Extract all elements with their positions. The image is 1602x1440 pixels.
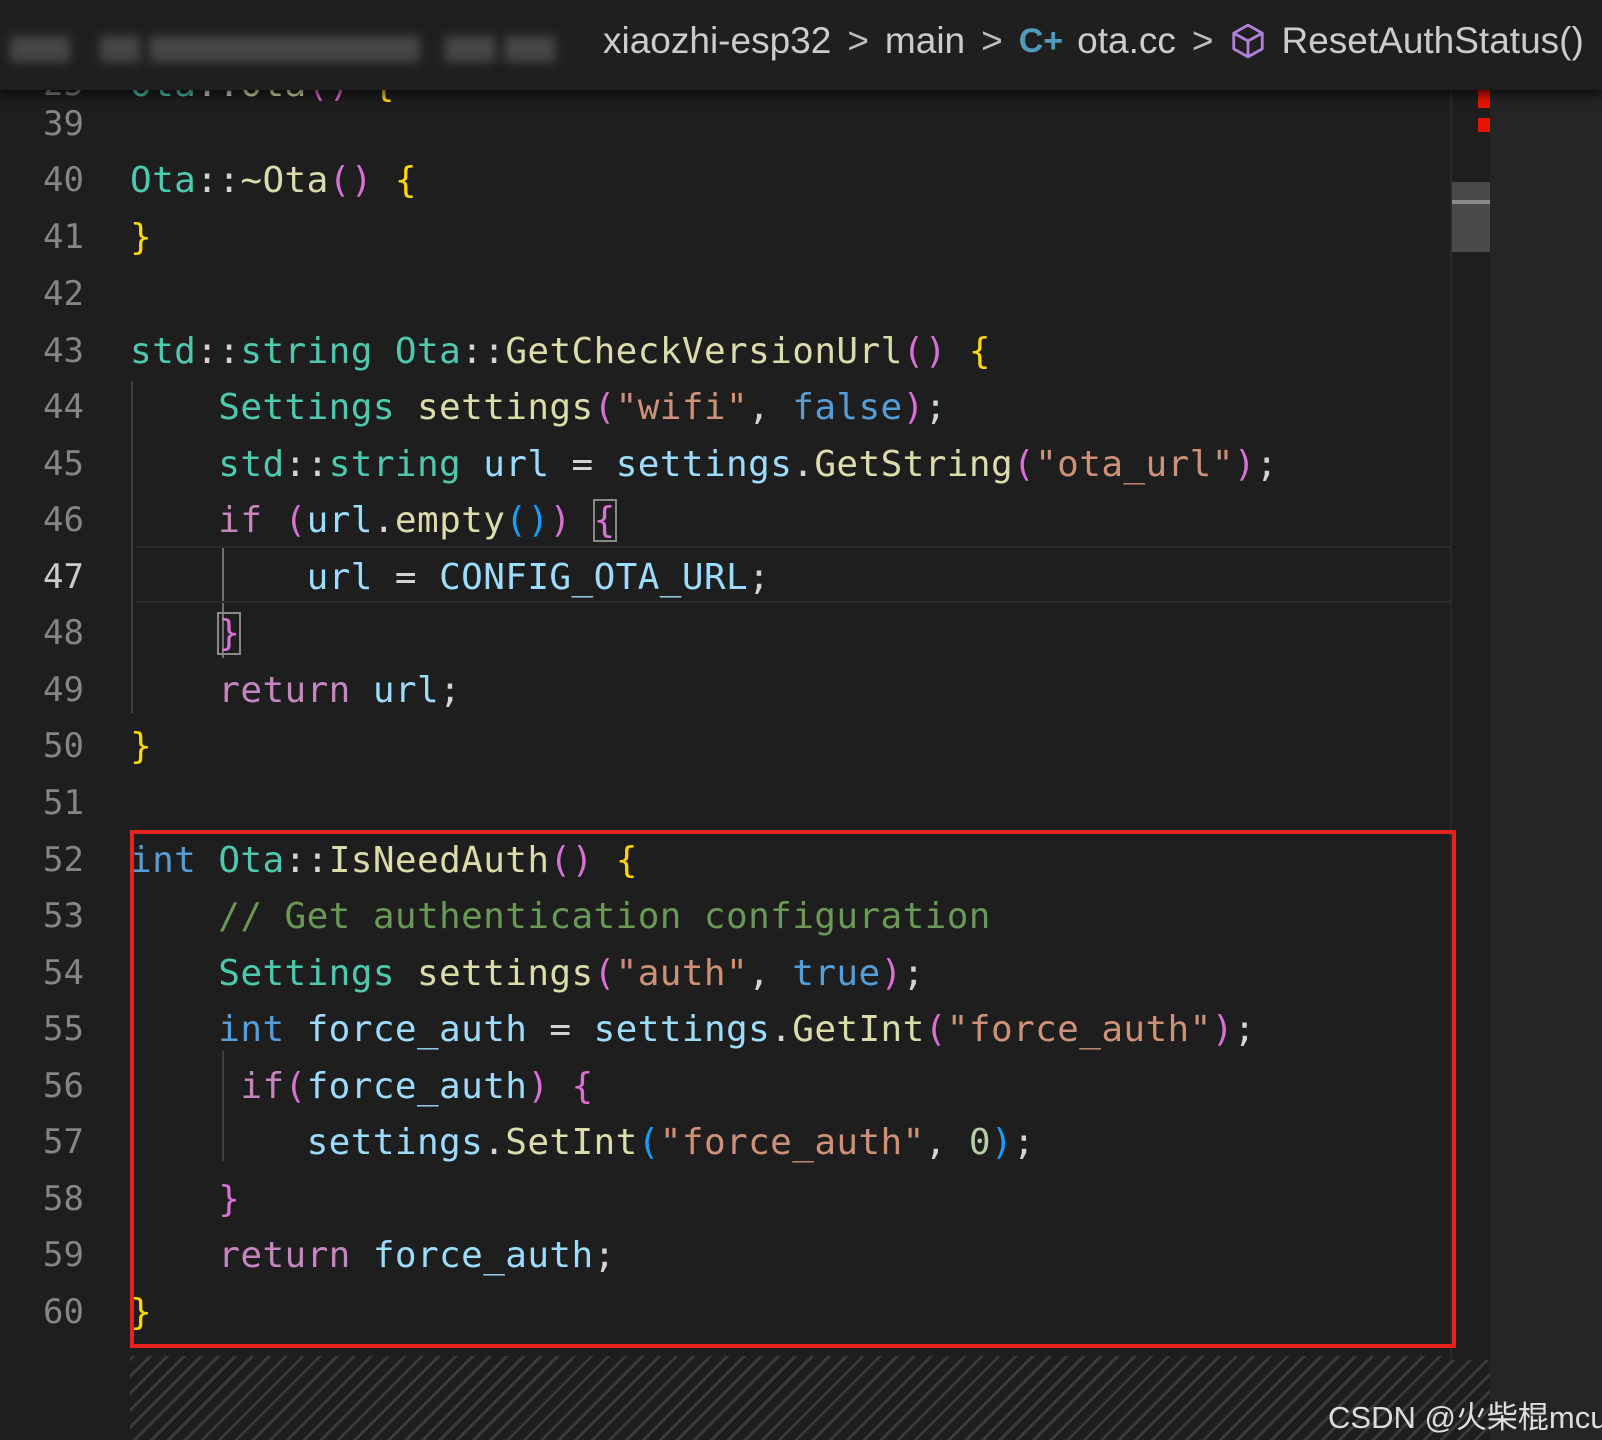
line-number: 39 — [43, 104, 84, 144]
line-number: 43 — [43, 331, 84, 371]
chevron-right-icon: > — [1191, 20, 1214, 61]
line-number: 46 — [43, 500, 84, 540]
line-number: 40 — [43, 160, 84, 200]
cpp-file-icon: C+ — [1018, 21, 1064, 60]
code-line: 42 — [0, 266, 1490, 323]
line-number: 60 — [43, 1292, 84, 1332]
code-text: } — [130, 217, 153, 258]
code-text: url = CONFIG_OTA_URL; — [306, 557, 771, 598]
code-line: 47 url = CONFIG_OTA_URL; — [0, 549, 1490, 606]
minimap[interactable] — [1490, 90, 1602, 1440]
watermark: CSDN @火柴棍mcu — [1328, 1400, 1602, 1435]
line-number: 45 — [43, 444, 84, 484]
breadcrumb: xiaozhi-esp32 > main > C+ ota.cc > Reset… — [0, 0, 1602, 90]
code-line: 50 } — [0, 718, 1490, 775]
code-line: 49 return url; — [0, 662, 1490, 719]
breadcrumb-item-file[interactable]: ota.cc — [1077, 20, 1176, 62]
scrollbar-thumb[interactable] — [1452, 182, 1492, 252]
code-line: 44 Settings settings("wifi", false); — [0, 379, 1490, 436]
code-line: 46 if (url.empty()) { — [0, 492, 1490, 549]
code-line: 51 — [0, 775, 1490, 832]
code-line: 48 } — [0, 605, 1490, 662]
chevron-right-icon: > — [847, 20, 869, 61]
blurred-path — [445, 36, 495, 62]
vertical-scrollbar[interactable] — [1450, 90, 1492, 1360]
line-number: 57 — [43, 1122, 84, 1162]
blurred-path — [150, 36, 420, 62]
line-number: 53 — [43, 896, 84, 936]
line-number: 56 — [43, 1066, 84, 1106]
code-text: if (url.empty()) { — [218, 499, 617, 542]
line-number: 54 — [43, 953, 84, 993]
code-text: Settings settings("wifi", false); — [218, 387, 947, 428]
breadcrumb-item-project[interactable]: xiaozhi-esp32 — [603, 20, 831, 62]
breadcrumb-item-folder[interactable]: main — [885, 20, 965, 62]
line-number: 44 — [43, 387, 84, 427]
blurred-path — [10, 36, 70, 62]
chevron-right-icon: > — [981, 20, 1003, 61]
code-line: 41 } — [0, 209, 1490, 266]
code-text: return url; — [218, 670, 462, 711]
red-highlight-annotation — [130, 830, 1456, 1348]
code-line: 40 Ota::~Ota() { — [0, 152, 1490, 209]
line-number: 49 — [43, 670, 84, 710]
line-number: 59 — [43, 1235, 84, 1275]
scrollbar-cursor-marker — [1452, 200, 1492, 204]
cube-method-icon — [1232, 23, 1265, 59]
code-line: 43 std::string Ota::GetCheckVersionUrl()… — [0, 323, 1490, 380]
code-line: 45 std::string url = settings.GetString(… — [0, 436, 1490, 493]
code-text: } — [130, 726, 153, 767]
line-number: 55 — [43, 1009, 84, 1049]
code-text: } — [217, 612, 242, 655]
code-text: Ota::~Ota() { — [130, 160, 417, 201]
blurred-path — [505, 36, 555, 62]
line-number: 48 — [43, 613, 84, 653]
code-line: 39 — [0, 96, 1490, 153]
line-number: 50 — [43, 726, 84, 766]
code-text: std::string url = settings.GetString("ot… — [218, 444, 1278, 485]
line-number: 42 — [43, 274, 84, 314]
code-text: std::string Ota::GetCheckVersionUrl() { — [130, 331, 991, 372]
line-number: 52 — [43, 840, 84, 880]
blurred-path — [100, 36, 140, 62]
error-marker — [1478, 118, 1490, 132]
line-number: 58 — [43, 1179, 84, 1219]
breadcrumb-item-symbol[interactable]: ResetAuthStatus() — [1281, 20, 1583, 62]
end-of-file-hatch — [130, 1356, 1490, 1440]
line-number: 47 — [43, 557, 84, 597]
line-number: 41 — [43, 217, 84, 257]
line-number: 51 — [43, 783, 84, 823]
